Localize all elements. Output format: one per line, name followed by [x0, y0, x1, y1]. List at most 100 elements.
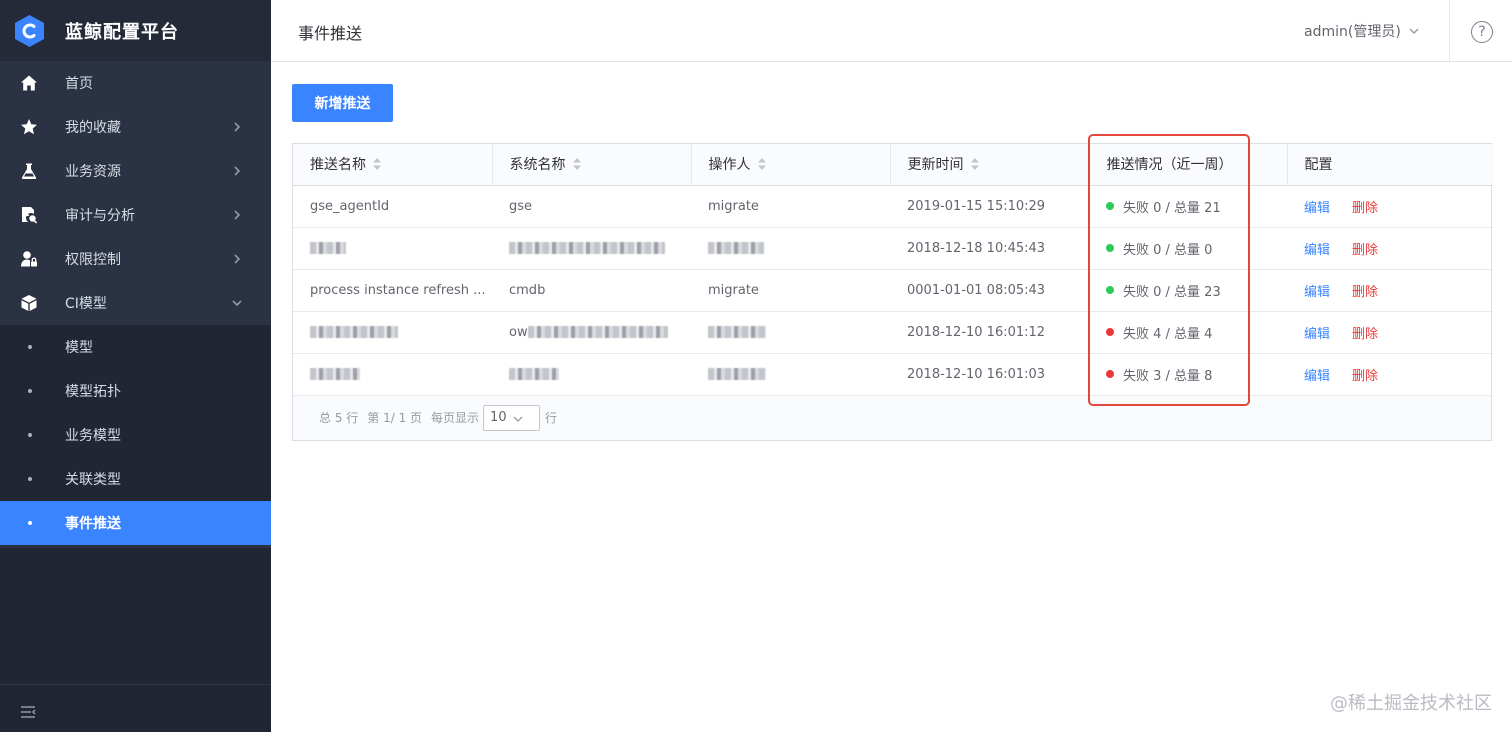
delete-link[interactable]: 删除 [1352, 201, 1378, 216]
sidebar-item-label: 首页 [65, 76, 93, 92]
user-lock-icon [19, 249, 39, 269]
edit-link[interactable]: 编辑 [1304, 327, 1330, 342]
cube-icon [19, 293, 39, 313]
redacted-text [708, 242, 764, 254]
sidebar-subitem-association-type[interactable]: 关联类型 [0, 457, 271, 501]
cell-config: 编辑 删除 [1287, 311, 1493, 354]
brand-header[interactable]: 蓝鲸配置平台 [0, 0, 271, 61]
main-nav: 首页 我的收藏 业务资源 审计与分析 权限控制 CI模型 [0, 61, 271, 325]
watermark: @稀土掘金技术社区 [1330, 693, 1492, 714]
help-icon[interactable]: ? [1471, 21, 1493, 43]
sidebar: 蓝鲸配置平台 首页 我的收藏 业务资源 审计与分析 权限控制 CI模型 模型 模… [0, 0, 271, 732]
cell-push-name [293, 227, 492, 270]
cell-config: 编辑 删除 [1287, 353, 1493, 396]
sidebar-background [0, 548, 271, 732]
column-header-label: 操作人 [708, 157, 751, 174]
sort-icon[interactable] [572, 157, 582, 171]
sidebar-subitem-model[interactable]: 模型 [0, 325, 271, 369]
table-row[interactable]: 2018-12-10 16:01:03 失败 3 / 总量 8 编辑 删除 [293, 353, 1493, 396]
flask-icon [19, 161, 39, 181]
rows-suffix: 行 [545, 411, 558, 425]
sidebar-item-ci-model[interactable]: CI模型 [0, 281, 271, 325]
table-row[interactable]: gse_agentId gse migrate 2019-01-15 15:10… [293, 185, 1493, 228]
sidebar-item-business-resource[interactable]: 业务资源 [0, 149, 271, 193]
sidebar-item-home[interactable]: 首页 [0, 61, 271, 105]
edit-link[interactable]: 编辑 [1304, 285, 1330, 300]
cell-operator: migrate [691, 269, 890, 312]
sidebar-subitem-event-push[interactable]: 事件推送 [0, 501, 271, 545]
column-header-push-name[interactable]: 推送名称 [293, 144, 493, 186]
redacted-text [310, 368, 360, 380]
redacted-text [509, 242, 665, 254]
column-header-operator[interactable]: 操作人 [691, 144, 891, 186]
cell-updated-time: 0001-01-01 08:05:43 [890, 269, 1089, 312]
cell-config: 编辑 删除 [1287, 269, 1493, 312]
sidebar-subitem-business-model[interactable]: 业务模型 [0, 413, 271, 457]
column-header-label: 更新时间 [907, 157, 964, 174]
column-header-system-name[interactable]: 系统名称 [492, 144, 692, 186]
table-row[interactable]: 2018-12-18 10:45:43 失败 0 / 总量 0 编辑 删除 [293, 227, 1493, 270]
ci-model-subnav: 模型 模型拓扑 业务模型 关联类型 事件推送 [0, 325, 271, 545]
star-icon [19, 117, 39, 137]
cell-push-status: 失败 3 / 总量 8 [1089, 353, 1287, 396]
event-push-table: 推送名称 系统名称 操作人 更新时间 推送情况（近一周） 配置 gse_agen… [292, 143, 1493, 441]
table-row[interactable]: ow 2018-12-10 16:01:12 失败 4 / 总量 4 编辑 删除 [293, 311, 1493, 354]
table-header-row: 推送名称 系统名称 操作人 更新时间 推送情况（近一周） 配置 [293, 144, 1493, 186]
status-text: 失败 3 / 总量 8 [1123, 368, 1213, 384]
chevron-right-icon [231, 121, 243, 133]
cell-push-name: gse_agentId [293, 185, 492, 228]
table-row[interactable]: process instance refresh ... cmdb migrat… [293, 269, 1493, 312]
page-size-select[interactable]: 10 [483, 404, 541, 431]
cell-system-name [492, 353, 691, 396]
edit-link[interactable]: 编辑 [1304, 243, 1330, 258]
sidebar-item-audit[interactable]: 审计与分析 [0, 193, 271, 237]
sidebar-item-label: 业务资源 [65, 164, 121, 180]
sidebar-item-label: 权限控制 [65, 252, 121, 268]
chevron-right-icon [231, 165, 243, 177]
column-header-label: 系统名称 [509, 157, 566, 174]
user-menu[interactable]: admin(管理员) [1304, 21, 1420, 41]
cell-updated-time: 2018-12-10 16:01:12 [890, 311, 1089, 354]
header-divider [1449, 0, 1450, 62]
sort-icon[interactable] [970, 157, 980, 171]
column-header-updated-time[interactable]: 更新时间 [890, 144, 1090, 186]
column-header-label: 推送情况（近一周） [1106, 157, 1233, 174]
audit-doc-icon [19, 205, 39, 225]
edit-link[interactable]: 编辑 [1304, 201, 1330, 216]
bullet-icon [28, 477, 32, 481]
column-header-label: 推送名称 [310, 157, 366, 174]
redacted-text [708, 326, 766, 338]
sidebar-item-label: 模型 [65, 340, 93, 356]
sidebar-item-label: 模型拓扑 [65, 384, 121, 400]
system-name-prefix: ow [509, 324, 528, 340]
cell-operator [691, 311, 890, 354]
top-header: 事件推送 admin(管理员) ? [271, 0, 1512, 62]
page-indicator: 第 1/ 1 页 [367, 411, 423, 425]
cell-operator: migrate [691, 185, 890, 228]
cell-config: 编辑 删除 [1287, 185, 1493, 228]
sort-icon[interactable] [757, 157, 767, 171]
add-push-button[interactable]: 新增推送 [292, 84, 393, 122]
redacted-text [310, 326, 398, 338]
sidebar-subitem-model-topology[interactable]: 模型拓扑 [0, 369, 271, 413]
bk-logo-icon [14, 14, 45, 48]
cell-updated-time: 2018-12-10 16:01:03 [890, 353, 1089, 396]
sort-icon[interactable] [372, 157, 382, 171]
sidebar-item-label: 业务模型 [65, 428, 121, 444]
collapse-sidebar-icon[interactable] [19, 704, 37, 720]
delete-link[interactable]: 删除 [1352, 285, 1378, 300]
sidebar-item-permission[interactable]: 权限控制 [0, 237, 271, 281]
cell-updated-time: 2019-01-15 15:10:29 [890, 185, 1089, 228]
cell-system-name: ow [492, 311, 691, 354]
cell-push-status: 失败 0 / 总量 23 [1089, 269, 1287, 312]
user-name: admin(管理员) [1304, 24, 1401, 40]
cell-system-name: cmdb [492, 269, 691, 312]
delete-link[interactable]: 删除 [1352, 243, 1378, 258]
cell-push-name: process instance refresh ... [293, 269, 492, 312]
redacted-text [310, 242, 346, 254]
delete-link[interactable]: 删除 [1352, 327, 1378, 342]
status-dot-fail [1106, 370, 1114, 378]
sidebar-item-favorites[interactable]: 我的收藏 [0, 105, 271, 149]
delete-link[interactable]: 删除 [1352, 369, 1378, 384]
edit-link[interactable]: 编辑 [1304, 369, 1330, 384]
